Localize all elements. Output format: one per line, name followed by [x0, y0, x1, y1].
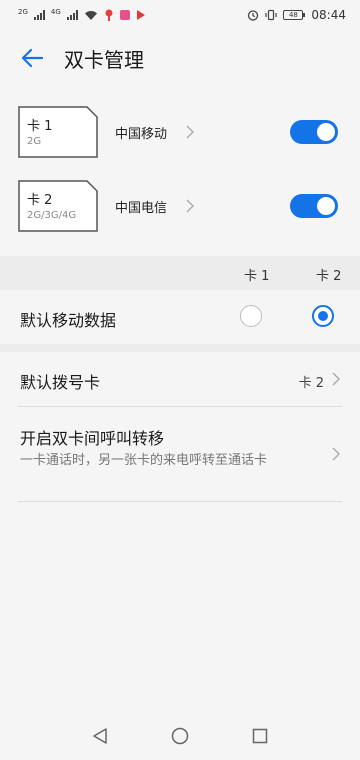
column-label-sim2: 卡 2	[316, 269, 342, 284]
chevron-right-icon	[332, 447, 340, 461]
sim-network-type: 2G	[27, 136, 42, 147]
circle-home-icon	[171, 727, 189, 745]
signal-icon	[33, 10, 45, 20]
data-section-header: 卡 1 卡 2	[0, 256, 360, 290]
chevron-right-icon	[186, 199, 194, 213]
sim-card-1: 卡 1 2G	[18, 106, 98, 158]
call-forward-row[interactable]: 开启双卡间呼叫转移 一卡通话时，另一张卡的来电呼转至通话卡	[0, 407, 360, 501]
carrier-link[interactable]: 中国移动	[115, 123, 167, 142]
sim-2-toggle[interactable]	[290, 194, 338, 218]
nav-home-button[interactable]	[168, 724, 192, 748]
call-forward-title: 开启双卡间呼叫转移	[20, 429, 165, 448]
network-type-2: 4G	[50, 8, 61, 16]
battery-icon: 48	[283, 10, 306, 20]
notification-icon	[105, 9, 113, 21]
sim-row-2: 卡 2 2G/3G/4G 中国电信	[0, 170, 360, 242]
carrier-link[interactable]: 中国电信	[115, 197, 167, 216]
alarm-icon	[248, 10, 259, 21]
app-header: 双卡管理	[0, 30, 360, 86]
data-sim2-radio[interactable]	[312, 305, 334, 327]
default-data-row: 默认移动数据	[0, 290, 360, 344]
sim-card-2: 卡 2 2G/3G/4G	[18, 180, 98, 232]
page-title: 双卡管理	[64, 47, 144, 72]
play-icon	[136, 10, 145, 20]
row-divider	[18, 501, 342, 502]
default-dial-label: 默认拨号卡	[20, 373, 101, 392]
sim-network-type: 2G/3G/4G	[27, 210, 77, 221]
default-data-label: 默认移动数据	[20, 311, 117, 330]
nav-recents-button[interactable]	[248, 724, 272, 748]
default-dial-value: 卡 2	[298, 376, 324, 391]
chevron-right-icon	[186, 125, 194, 139]
status-time: 08:44	[311, 8, 346, 22]
nav-back-button[interactable]	[88, 724, 112, 748]
section-divider	[0, 344, 360, 352]
signal-icon-2	[66, 10, 78, 20]
back-button[interactable]	[12, 38, 52, 78]
data-sim1-radio[interactable]	[240, 305, 262, 327]
square-recents-icon	[252, 728, 268, 744]
sim-name: 卡 1	[27, 119, 53, 134]
navigation-bar	[0, 712, 360, 760]
sim-1-toggle[interactable]	[290, 120, 338, 144]
arrow-back-icon	[21, 48, 43, 68]
vibrate-icon	[265, 9, 278, 21]
wifi-icon	[84, 10, 97, 20]
call-forward-subtitle: 一卡通话时，另一张卡的来电呼转至通话卡	[20, 453, 268, 468]
chevron-right-icon	[332, 372, 340, 386]
sim-name: 卡 2	[27, 193, 53, 208]
status-bar: 2G 4G 48 08:44	[0, 0, 360, 30]
default-dial-row[interactable]: 默认拨号卡 卡 2	[0, 352, 360, 406]
sim-row-1: 卡 1 2G 中国移动	[0, 96, 360, 168]
app-notification-icon	[119, 10, 130, 20]
triangle-back-icon	[93, 728, 107, 744]
column-label-sim1: 卡 1	[244, 269, 270, 284]
status-bar-left: 2G 4G	[18, 9, 146, 21]
network-type-1: 2G	[18, 8, 28, 16]
status-bar-right: 48 08:44	[247, 8, 346, 22]
